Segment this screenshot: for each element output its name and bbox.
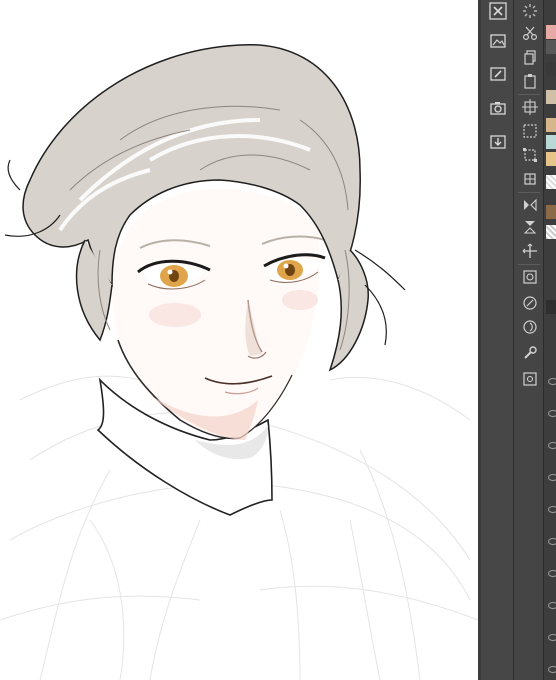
paste-icon xyxy=(524,74,536,89)
download-icon xyxy=(490,135,506,149)
selection-rect-button[interactable] xyxy=(519,120,541,142)
crop-icon xyxy=(523,148,537,162)
layer-thumbnail[interactable] xyxy=(546,300,556,314)
flip-horizontal-button[interactable] xyxy=(519,194,541,216)
color-swatch[interactable] xyxy=(546,135,556,149)
transparent-swatch[interactable] xyxy=(546,175,556,189)
cut-button[interactable] xyxy=(519,22,541,44)
move-icon xyxy=(522,243,537,258)
eye-icon[interactable] xyxy=(548,410,556,417)
color-swatch[interactable] xyxy=(546,25,556,39)
eye-icon[interactable] xyxy=(548,442,556,449)
eyedropper-icon xyxy=(523,296,537,310)
eye-icon[interactable] xyxy=(548,474,556,481)
flip-vertical-button[interactable] xyxy=(519,216,541,238)
eye-icon[interactable] xyxy=(548,538,556,545)
crop-button[interactable] xyxy=(519,144,541,166)
selection-rect-icon xyxy=(523,124,537,138)
settings-icon xyxy=(523,372,537,386)
panel-tab[interactable] xyxy=(546,40,556,54)
color-palette-panel xyxy=(543,0,556,680)
copy-icon xyxy=(524,50,536,65)
flip-vertical-icon xyxy=(523,221,537,234)
image-import-button[interactable] xyxy=(487,30,509,52)
portrait-illustration xyxy=(0,44,478,680)
loading-icon xyxy=(523,4,537,18)
fill-selection-button[interactable] xyxy=(519,266,541,288)
camera-button[interactable] xyxy=(487,97,509,119)
loading-indicator xyxy=(519,0,541,22)
eye-icon[interactable] xyxy=(548,570,556,577)
canvas-toolbar xyxy=(481,0,513,680)
transparent-swatch[interactable] xyxy=(546,225,556,239)
copy-button[interactable] xyxy=(519,46,541,68)
selection-move-icon xyxy=(522,99,538,115)
color-swatch[interactable] xyxy=(546,90,556,104)
edit-button[interactable] xyxy=(487,63,509,85)
image-import-icon xyxy=(490,34,506,48)
paste-button[interactable] xyxy=(519,70,541,92)
eye-icon[interactable] xyxy=(548,634,556,641)
edit-toolbar xyxy=(513,0,544,680)
wrench-button[interactable] xyxy=(519,342,541,364)
move-button[interactable] xyxy=(519,240,541,262)
close-canvas-button[interactable] xyxy=(487,0,509,22)
selection-move-button[interactable] xyxy=(519,96,541,118)
transform-icon xyxy=(524,173,536,185)
panel-divider xyxy=(546,62,556,76)
eye-icon[interactable] xyxy=(548,506,556,513)
eye-icon[interactable] xyxy=(548,602,556,609)
edit-icon xyxy=(490,67,506,81)
eye-icon[interactable] xyxy=(548,666,556,673)
cut-icon xyxy=(522,26,538,41)
transform-button[interactable] xyxy=(519,168,541,190)
close-canvas-icon xyxy=(489,2,507,20)
drawing-canvas[interactable] xyxy=(0,0,478,680)
download-button[interactable] xyxy=(487,131,509,153)
camera-icon xyxy=(490,102,506,115)
eyedropper-button[interactable] xyxy=(519,292,541,314)
color-swatch[interactable] xyxy=(546,118,556,132)
lasso-icon xyxy=(523,320,537,334)
lasso-button[interactable] xyxy=(519,316,541,338)
wrench-icon xyxy=(524,346,537,359)
color-swatch[interactable] xyxy=(546,152,556,166)
settings-button[interactable] xyxy=(519,368,541,390)
flip-horizontal-icon xyxy=(524,198,537,212)
color-swatch[interactable] xyxy=(546,205,556,219)
eye-icon[interactable] xyxy=(548,378,556,385)
face xyxy=(111,189,320,440)
fill-selection-icon xyxy=(523,270,537,284)
